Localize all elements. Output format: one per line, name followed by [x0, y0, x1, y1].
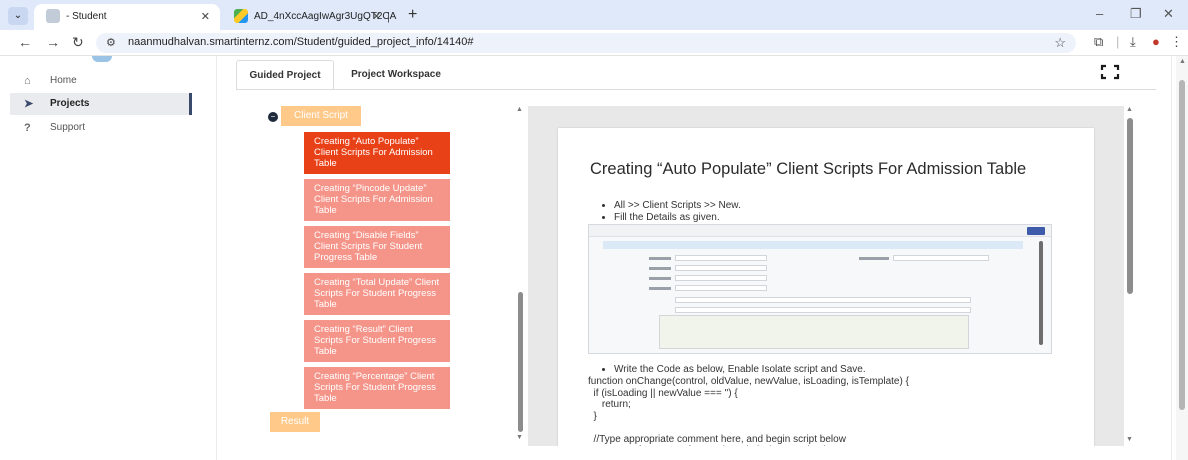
download-icon[interactable]: ⤓: [1130, 34, 1136, 50]
browser-tab-student[interactable]: - Student ✕: [34, 4, 220, 30]
screenshot-label: [649, 257, 671, 260]
sidebar-item-home[interactable]: ⌂ Home: [10, 70, 192, 92]
screenshot-field: [675, 307, 971, 313]
fullscreen-icon[interactable]: [1100, 64, 1120, 80]
tree-root-result[interactable]: Result: [270, 412, 320, 432]
sidebar-item-label: Support: [50, 122, 86, 133]
profile-avatar-icon[interactable]: ●: [1152, 34, 1160, 50]
reload-icon[interactable]: ↻: [72, 34, 84, 50]
extensions-icon[interactable]: ⧉: [1094, 34, 1103, 50]
url-text[interactable]: naanmudhalvan.smartinternz.com/Student/g…: [128, 36, 474, 48]
page: ⌂ Home ➤ Projects ? Support Guided Proje…: [0, 56, 1188, 460]
student-favicon-icon: [46, 9, 60, 24]
screenshot-label: [859, 257, 889, 260]
scroll-up-icon[interactable]: ▲: [1126, 106, 1133, 113]
screenshot-submit-button: [1027, 227, 1045, 235]
tree-item-percentage[interactable]: Creating “Percentage” Client Scripts For…: [304, 367, 450, 409]
scroll-down-icon[interactable]: ▼: [516, 434, 523, 441]
screenshot-field: [893, 255, 989, 261]
document-page: Creating “Auto Populate” Client Scripts …: [558, 128, 1094, 446]
send-icon: ➤: [24, 98, 34, 110]
code-snippet: function onChange(control, oldValue, new…: [588, 376, 909, 446]
scroll-thumb[interactable]: [1179, 80, 1185, 410]
tab-search-chevron-icon[interactable]: ⌄: [8, 7, 28, 25]
tab-divider: [236, 89, 1156, 90]
tree-scrollbar[interactable]: ▲ ▼: [514, 106, 526, 442]
tree-item-total-update[interactable]: Creating “Total Update” Client Scripts F…: [304, 273, 450, 315]
bookmark-star-icon[interactable]: ☆: [1054, 35, 1066, 51]
browser-toolbar: ← → ↻ ⚙ naanmudhalvan.smartinternz.com/S…: [0, 30, 1188, 56]
document-steps: Write the Code as below, Enable Isolate …: [614, 364, 866, 375]
question-icon: ?: [24, 122, 31, 134]
browser-tab-image[interactable]: AD_4nXccAagIwAgr3UgQT2CA ✕ |: [222, 4, 400, 30]
scroll-thumb[interactable]: [1127, 118, 1133, 294]
screenshot-banner: [603, 241, 1023, 249]
logo: [92, 56, 112, 62]
tree-item-disable-fields[interactable]: Creating “Disable Fields” Client Scripts…: [304, 226, 450, 268]
collapse-icon[interactable]: −: [268, 112, 278, 122]
screenshot-label: [649, 287, 671, 290]
back-arrow-icon[interactable]: ←: [18, 34, 32, 50]
restore-button[interactable]: ❐: [1130, 7, 1142, 21]
viewer-scrollbar[interactable]: ▲ ▼: [1124, 106, 1136, 446]
tree-item-result[interactable]: Creating “Result” Client Scripts For Stu…: [304, 320, 450, 362]
close-tab-icon[interactable]: ✕: [201, 4, 210, 30]
scroll-up-icon[interactable]: ▲: [1179, 58, 1186, 65]
screenshot-field: [675, 255, 767, 261]
screenshot-field: [675, 265, 767, 271]
embedded-screenshot: [588, 224, 1052, 354]
screenshot-field: [675, 285, 767, 291]
page-scrollbar[interactable]: ▲: [1176, 56, 1188, 460]
tree-item-auto-populate[interactable]: Creating “Auto Populate” Client Scripts …: [304, 132, 450, 174]
document-viewer: Creating “Auto Populate” Client Scripts …: [528, 106, 1124, 446]
step-item: Write the Code as below, Enable Isolate …: [614, 364, 866, 375]
browser-menu-icon[interactable]: ⋮: [1170, 34, 1183, 50]
scroll-up-icon[interactable]: ▲: [516, 106, 523, 113]
screenshot-field: [675, 297, 971, 303]
scroll-thumb[interactable]: [518, 292, 523, 432]
document-steps: All >> Client Scripts >> New. Fill the D…: [614, 200, 741, 224]
close-tab-icon[interactable]: ✕ |: [372, 4, 390, 30]
tree-item-pincode-update[interactable]: Creating “Pincode Update” Client Scripts…: [304, 179, 450, 221]
sidebar-item-label: Home: [50, 75, 77, 86]
tab-guided-project[interactable]: Guided Project: [236, 60, 334, 90]
drive-favicon-icon: [234, 9, 248, 24]
sidebar: ⌂ Home ➤ Projects ? Support: [0, 56, 196, 460]
screenshot-code-editor: [659, 315, 969, 349]
new-tab-button[interactable]: +: [408, 6, 417, 24]
step-item: Fill the Details as given.: [614, 212, 741, 224]
toolbar-divider: |: [1116, 34, 1120, 49]
scroll-down-icon[interactable]: ▼: [1126, 436, 1133, 443]
screenshot-field: [675, 275, 767, 281]
screenshot-scrollbar: [1039, 241, 1043, 345]
minimize-button[interactable]: –: [1096, 7, 1103, 21]
sidebar-item-projects[interactable]: ➤ Projects: [10, 93, 192, 115]
document-title: Creating “Auto Populate” Client Scripts …: [590, 160, 1027, 178]
forward-arrow-icon[interactable]: →: [46, 34, 60, 50]
window-close-button[interactable]: ✕: [1163, 7, 1174, 21]
sidebar-item-support[interactable]: ? Support: [10, 117, 192, 139]
browser-tab-label: - Student: [66, 11, 107, 22]
screenshot-label: [649, 267, 671, 270]
home-icon: ⌂: [24, 75, 31, 87]
sidebar-item-label: Projects: [50, 98, 90, 109]
address-bar[interactable]: ⚙ naanmudhalvan.smartinternz.com/Student…: [96, 33, 1076, 53]
tree-root-client-script[interactable]: Client Script: [281, 106, 361, 126]
site-settings-icon[interactable]: ⚙: [106, 36, 116, 49]
tab-project-workspace[interactable]: Project Workspace: [344, 60, 448, 90]
screenshot-label: [649, 277, 671, 280]
step-item: All >> Client Scripts >> New.: [614, 200, 741, 212]
browser-tabstrip: ⌄ - Student ✕ AD_4nXccAagIwAgr3UgQT2CA ✕…: [0, 0, 1188, 30]
screenshot-header: [589, 225, 1051, 237]
